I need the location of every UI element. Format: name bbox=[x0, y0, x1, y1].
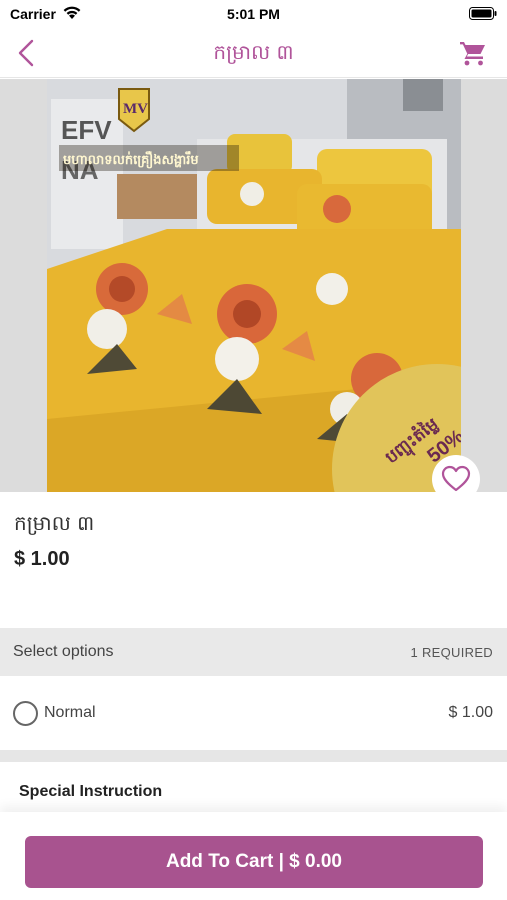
option-price: $ 1.00 bbox=[448, 704, 493, 721]
favorite-button[interactable] bbox=[432, 455, 480, 492]
cart-button[interactable] bbox=[459, 40, 487, 66]
product-price: $ 1.00 bbox=[14, 548, 70, 570]
special-instruction-title: Special Instruction bbox=[19, 783, 163, 800]
product-info: កម្រាល ៣ $ 1.00 bbox=[0, 492, 507, 628]
option-row-normal[interactable]: Normal $ 1.00 bbox=[0, 676, 507, 750]
product-name: កម្រាល ៣ bbox=[14, 511, 95, 535]
svg-text:EFV: EFV bbox=[61, 115, 112, 145]
page-title: កម្រាល ៣ bbox=[213, 40, 294, 64]
product-hero: EFV NA bbox=[0, 79, 507, 492]
heart-icon bbox=[441, 465, 471, 492]
options-title: Select options bbox=[13, 643, 114, 660]
product-image: EFV NA bbox=[47, 79, 461, 492]
options-header: Select options 1 REQUIRED bbox=[0, 628, 507, 676]
radio-button[interactable] bbox=[13, 701, 38, 726]
banner-text: មហាលាទលក់គ្រឿងសង្ហារឹម bbox=[63, 151, 199, 169]
bottom-bar: Add To Cart | $ 0.00 bbox=[0, 812, 507, 900]
nav-bar: កម្រាល ៣ bbox=[0, 28, 507, 78]
status-time: 5:01 PM bbox=[227, 6, 280, 22]
status-bar: Carrier 5:01 PM bbox=[0, 0, 507, 28]
add-to-cart-button[interactable]: Add To Cart | $ 0.00 bbox=[25, 836, 483, 888]
required-badge: 1 REQUIRED bbox=[410, 645, 493, 660]
section-divider bbox=[0, 750, 507, 762]
brand-logo-text: MV bbox=[123, 101, 148, 117]
cart-icon bbox=[460, 42, 485, 66]
battery-icon bbox=[469, 7, 497, 20]
option-label: Normal bbox=[44, 704, 96, 721]
